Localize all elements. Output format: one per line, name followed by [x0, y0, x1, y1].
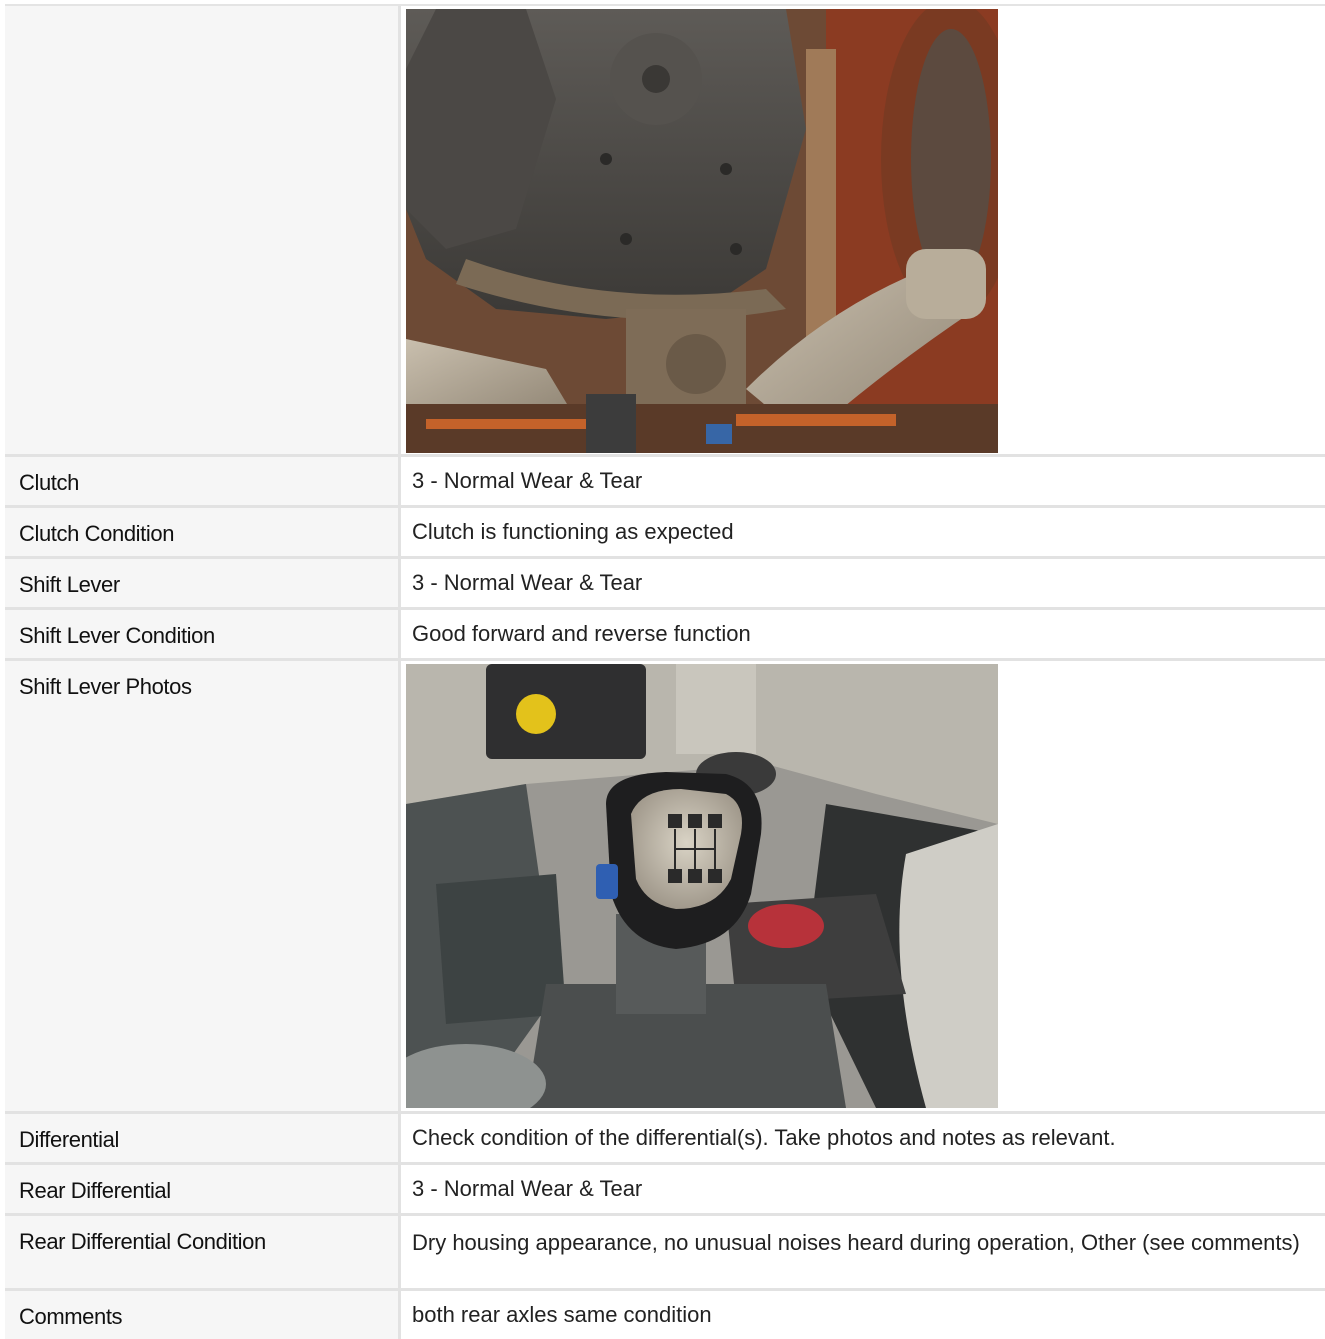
row-label: Rear Differential	[5, 1165, 401, 1213]
report-row-shift-lever-condition: Shift Lever Condition Good forward and r…	[5, 610, 1325, 661]
row-value: Dry housing appearance, no unusual noise…	[412, 1230, 1300, 1255]
row-label	[5, 6, 401, 454]
report-row-undercarriage-photo	[5, 6, 1325, 457]
row-label: Shift Lever Condition	[5, 610, 401, 658]
shift-lever-image	[406, 664, 998, 1108]
report-row-rear-differential: Rear Differential 3 - Normal Wear & Tear	[5, 1165, 1325, 1216]
row-label: Shift Lever Photos	[5, 661, 401, 1111]
undercarriage-image	[406, 9, 998, 453]
report-row-comments: Comments both rear axles same condition	[5, 1291, 1325, 1339]
report-row-rear-differential-condition: Rear Differential Condition Dry housing …	[5, 1216, 1325, 1291]
row-value: 3 - Normal Wear & Tear	[412, 468, 643, 493]
row-value-photo	[401, 661, 1325, 1111]
undercarriage-photo[interactable]	[406, 9, 998, 453]
row-label: Comments	[5, 1291, 401, 1339]
shift-lever-photo[interactable]	[406, 664, 998, 1108]
row-value: Check condition of the differential(s). …	[412, 1125, 1116, 1150]
row-label: Clutch Condition	[5, 508, 401, 556]
report-row-clutch-condition: Clutch Condition Clutch is functioning a…	[5, 508, 1325, 559]
row-label: Differential	[5, 1114, 401, 1162]
row-value: Good forward and reverse function	[412, 621, 751, 646]
report-row-clutch: Clutch 3 - Normal Wear & Tear	[5, 457, 1325, 508]
row-value: both rear axles same condition	[412, 1302, 712, 1327]
row-label: Clutch	[5, 457, 401, 505]
row-value-photo	[401, 6, 1325, 454]
row-value: Clutch is functioning as expected	[412, 519, 734, 544]
row-value: 3 - Normal Wear & Tear	[412, 570, 643, 595]
report-row-differential: Differential Check condition of the diff…	[5, 1114, 1325, 1165]
report-row-shift-lever-photos: Shift Lever Photos	[5, 661, 1325, 1114]
row-label: Rear Differential Condition	[5, 1216, 401, 1288]
row-label: Shift Lever	[5, 559, 401, 607]
row-value: 3 - Normal Wear & Tear	[412, 1176, 643, 1201]
report-row-shift-lever: Shift Lever 3 - Normal Wear & Tear	[5, 559, 1325, 610]
inspection-report-table: Clutch 3 - Normal Wear & Tear Clutch Con…	[5, 4, 1325, 1339]
